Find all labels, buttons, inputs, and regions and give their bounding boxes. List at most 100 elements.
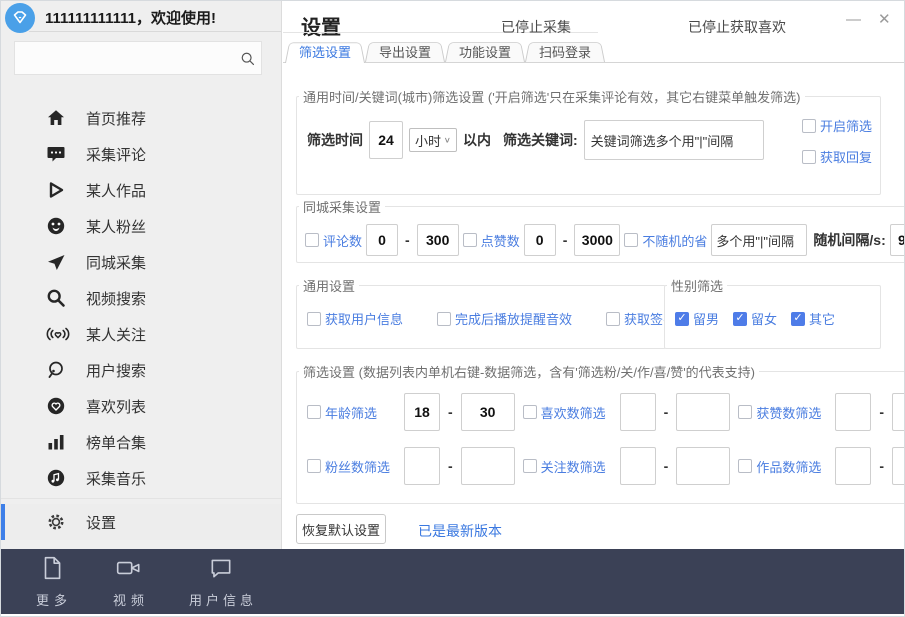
section-gender-filter: 性别筛选 留男 留女 其它	[664, 276, 881, 349]
checkbox-keep-other[interactable]: 其它	[791, 309, 835, 328]
sidebar-item-city-collect[interactable]: 同城采集	[1, 244, 281, 280]
sidebar-item-video-search[interactable]: 视频搜索	[1, 280, 281, 316]
tab-filter-settings[interactable]: 筛选设置	[285, 40, 365, 62]
sidebar-item-label: 某人作品	[86, 180, 146, 201]
follows-max-input[interactable]	[676, 447, 730, 485]
sidebar-item-collect-comments[interactable]: 采集评论	[1, 136, 281, 172]
sidebar-item-settings[interactable]: 设置	[1, 504, 281, 540]
random-interval-input[interactable]	[890, 224, 905, 256]
like-max-input[interactable]	[574, 224, 620, 256]
filter-group-works: 作品数筛选 -	[738, 447, 905, 485]
collect-status-text: 已停止采集	[501, 17, 571, 37]
minimize-button[interactable]: —	[846, 11, 861, 29]
checkbox-works-filter[interactable]: 作品数筛选	[738, 457, 830, 476]
checkbox-icon	[802, 119, 816, 133]
search-icon[interactable]	[233, 50, 261, 67]
checkbox-icon	[523, 405, 537, 419]
like-min-input[interactable]	[524, 224, 556, 256]
checkbox-praise-filter[interactable]: 获赞数筛选	[738, 403, 830, 422]
filter-group-fans: 粉丝数筛选 -	[307, 447, 515, 485]
fans-min-input[interactable]	[404, 447, 440, 485]
play-icon	[46, 179, 70, 201]
checkbox-nonrandom-province[interactable]: 不随机的省	[624, 231, 707, 250]
bottom-toolbar: 更多 视频 用户信息	[1, 549, 905, 614]
checkbox-age-filter[interactable]: 年龄筛选	[307, 403, 399, 422]
section-legend: 通用时间/关键词(城市)筛选设置 ('开启筛选'只在采集评论有效，其它右键菜单触…	[299, 87, 805, 106]
sidebar-item-collect-music[interactable]: 采集音乐	[1, 460, 281, 496]
checkbox-comment-count[interactable]: 评论数	[305, 231, 362, 250]
bottom-item-more[interactable]: 更多	[31, 555, 72, 609]
comment-max-input[interactable]	[417, 224, 459, 256]
bottom-item-user-info[interactable]: 用户信息	[185, 555, 257, 609]
section-legend: 筛选设置 (数据列表内单机右键-数据筛选，含有'筛选粉/关/作/喜/赞'的代表支…	[299, 362, 759, 381]
filter-keyword-input[interactable]	[584, 120, 764, 160]
praise-min-input[interactable]	[835, 393, 871, 431]
checkbox-likes-filter[interactable]: 喜欢数筛选	[523, 403, 615, 422]
home-icon	[46, 107, 70, 129]
praise-max-input[interactable]	[892, 393, 905, 431]
checkbox-enable-filter[interactable]: 开启筛选	[802, 116, 872, 135]
filter-time-input[interactable]	[369, 121, 403, 159]
sidebar-item-user-fans[interactable]: 某人粉丝	[1, 208, 281, 244]
filter-time-label: 筛选时间	[307, 130, 363, 150]
follows-min-input[interactable]	[620, 447, 656, 485]
province-list-input[interactable]	[711, 224, 807, 256]
sidebar-item-label: 采集音乐	[86, 468, 146, 489]
sidebar-item-label: 某人关注	[86, 324, 146, 345]
checkbox-icon	[523, 459, 537, 473]
header-divider	[29, 31, 281, 32]
close-button[interactable]: ✕	[878, 11, 891, 29]
random-interval-label: 随机间隔/s:	[813, 230, 885, 250]
sidebar-item-label: 设置	[86, 512, 116, 533]
checkbox-get-replies[interactable]: 获取回复	[802, 147, 872, 166]
bottom-item-video[interactable]: 视频	[108, 555, 149, 609]
checkbox-play-sound-on-finish[interactable]: 完成后播放提醒音效	[437, 309, 572, 328]
checkbox-keep-male[interactable]: 留男	[675, 309, 719, 328]
sidebar-item-user-follows[interactable]: 某人关注	[1, 316, 281, 352]
likes-max-input[interactable]	[676, 393, 730, 431]
sidebar-item-likes-list[interactable]: 喜欢列表	[1, 388, 281, 424]
sidebar-item-label: 用户搜索	[86, 360, 146, 381]
checkbox-icon	[802, 150, 816, 164]
works-max-input[interactable]	[892, 447, 905, 485]
sidebar-item-user-search[interactable]: 用户搜索	[1, 352, 281, 388]
tab-export-settings[interactable]: 导出设置	[365, 40, 445, 62]
filter-group-follows: 关注数筛选 -	[523, 447, 731, 485]
checkbox-like-count[interactable]: 点赞数	[463, 231, 520, 250]
comments-icon	[46, 143, 70, 165]
checkbox-get-user-info[interactable]: 获取用户信息	[307, 309, 403, 328]
version-status-text[interactable]: 已是最新版本	[418, 521, 502, 541]
checkbox-follows-filter[interactable]: 关注数筛选	[523, 457, 615, 476]
checkbox-fans-filter[interactable]: 粉丝数筛选	[307, 457, 399, 476]
likes-status-text: 已停止获取喜欢	[688, 17, 786, 37]
app-window: 111111111111，欢迎使用! 首页推荐	[0, 0, 905, 617]
checkbox-checked-icon	[675, 312, 689, 326]
section-data-filter: 筛选设置 (数据列表内单机右键-数据筛选，含有'筛选粉/关/作/喜/赞'的代表支…	[296, 362, 905, 504]
sidebar-item-label: 喜欢列表	[86, 396, 146, 417]
within-label: 以内	[463, 130, 491, 150]
sidebar-item-label: 采集评论	[86, 144, 146, 165]
sidebar: 111111111111，欢迎使用! 首页推荐	[1, 1, 282, 549]
sidebar-item-label: 视频搜索	[86, 288, 146, 309]
works-min-input[interactable]	[835, 447, 871, 485]
fans-max-input[interactable]	[461, 447, 515, 485]
checkbox-icon	[738, 405, 752, 419]
sidebar-item-home-feed[interactable]: 首页推荐	[1, 100, 281, 136]
sidebar-item-user-works[interactable]: 某人作品	[1, 172, 281, 208]
checkbox-icon	[624, 233, 638, 247]
section-legend: 性别筛选	[667, 276, 727, 295]
send-icon	[46, 251, 70, 273]
age-min-input[interactable]	[404, 393, 440, 431]
comment-min-input[interactable]	[366, 224, 398, 256]
checkbox-keep-female[interactable]: 留女	[733, 309, 777, 328]
tab-function-settings[interactable]: 功能设置	[445, 40, 525, 62]
chart-icon	[46, 431, 70, 453]
search-input[interactable]	[15, 42, 233, 74]
reset-defaults-button[interactable]: 恢复默认设置	[296, 514, 386, 544]
sidebar-item-ranking-collection[interactable]: 榜单合集	[1, 424, 281, 460]
settings-tabs: 筛选设置 导出设置 功能设置 扫码登录	[283, 41, 904, 63]
likes-min-input[interactable]	[620, 393, 656, 431]
time-unit-select[interactable]: 小时 ∨	[409, 128, 457, 152]
age-max-input[interactable]	[461, 393, 515, 431]
tab-qr-login[interactable]: 扫码登录	[525, 40, 605, 62]
